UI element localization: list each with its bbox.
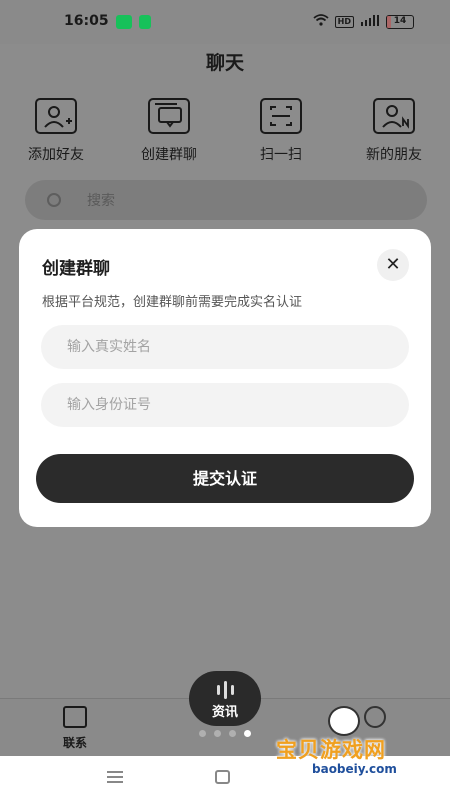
real-name-verification-dialog: 创建群聊 ✕ 根据平台规范，创建群聊前需要完成实名认证 提交认证: [19, 229, 431, 527]
new-friend-icon: [373, 98, 415, 134]
tab-contacts[interactable]: 联系: [50, 706, 100, 751]
page-dot: [199, 730, 206, 737]
close-icon: ✕: [385, 254, 401, 275]
watermark-text: 宝贝游戏网: [276, 738, 386, 762]
scan-button[interactable]: 扫一扫: [231, 98, 331, 164]
watermark-logo: 宝贝游戏网 baobeiy.com: [276, 706, 426, 786]
status-bar: 16:05 HD 14: [0, 0, 450, 44]
mascot-icon: [328, 706, 360, 736]
search-bar[interactable]: 搜索: [25, 180, 427, 220]
recent-apps-icon[interactable]: [107, 771, 123, 783]
add-friend-button[interactable]: 添加好友: [6, 98, 106, 164]
contacts-icon: [63, 706, 87, 728]
tab-news-label: 资讯: [211, 705, 238, 720]
new-friends-button[interactable]: 新的朋友: [344, 98, 444, 164]
add-friend-label: 添加好友: [28, 147, 84, 163]
network-badge: HD: [334, 15, 354, 28]
app-notification-icon: [139, 15, 151, 29]
page-dot: [214, 730, 221, 737]
id-number-input[interactable]: [41, 383, 409, 427]
search-icon: [47, 193, 61, 207]
page-indicator: [199, 730, 251, 737]
signal-icon: [360, 14, 380, 29]
audio-bars-icon: [189, 671, 261, 699]
close-button[interactable]: ✕: [377, 249, 409, 281]
wifi-icon: [313, 14, 329, 29]
page-dot-active: [244, 730, 251, 737]
real-name-input[interactable]: [41, 325, 409, 369]
create-group-button[interactable]: 创建群聊: [119, 98, 219, 164]
tab-news[interactable]: 资讯: [189, 671, 261, 726]
search-placeholder: 搜索: [87, 193, 115, 209]
watermark-url: baobeiy.com: [306, 762, 403, 776]
chat-notification-icon: [116, 15, 132, 29]
chat-group-icon: [148, 98, 190, 134]
new-friends-label: 新的朋友: [366, 147, 422, 163]
dialog-description: 根据平台规范，创建群聊前需要完成实名认证: [42, 295, 303, 310]
create-group-label: 创建群聊: [141, 147, 197, 163]
page-title: 聊天: [205, 52, 244, 74]
add-person-icon: [35, 98, 77, 134]
battery-icon: 14: [386, 14, 414, 29]
scan-label: 扫一扫: [260, 147, 302, 163]
home-icon[interactable]: [215, 770, 230, 784]
dialog-title: 创建群聊: [42, 259, 110, 279]
status-time: 16:05: [64, 13, 109, 29]
tab-contacts-label: 联系: [62, 736, 87, 750]
submit-verification-button[interactable]: 提交认证: [36, 454, 414, 503]
page-dot: [229, 730, 236, 737]
scan-icon: [260, 98, 302, 134]
battery-level: 14: [393, 15, 407, 26]
status-indicators: HD 14: [313, 14, 414, 29]
